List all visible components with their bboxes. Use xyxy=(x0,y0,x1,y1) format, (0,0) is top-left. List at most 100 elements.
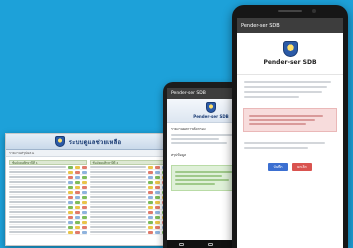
text-line xyxy=(244,96,300,98)
phone-large-banner-text: Pender-ser SDB xyxy=(263,59,317,66)
status-cell xyxy=(155,185,160,189)
status-cell xyxy=(74,200,80,204)
status-cell xyxy=(74,165,80,169)
desktop-banner: ระบบดูแลช่วยเหลือ xyxy=(6,134,170,150)
status-cell xyxy=(155,190,160,194)
row-name-placeholder xyxy=(9,226,66,228)
status-cell xyxy=(155,195,160,199)
status-cell xyxy=(155,205,160,209)
row-name-placeholder xyxy=(9,231,66,233)
status-cell xyxy=(81,225,87,229)
row-name-placeholder xyxy=(9,166,66,168)
text-line xyxy=(244,86,327,88)
danger-button[interactable]: ยกเลิก xyxy=(292,163,312,171)
row-name-placeholder xyxy=(9,221,66,223)
desktop-table-left-rows xyxy=(9,165,87,235)
status-cell xyxy=(74,180,80,184)
status-cell xyxy=(74,185,80,189)
status-cell xyxy=(67,205,73,209)
status-cell xyxy=(148,210,153,214)
school-crest-icon xyxy=(206,102,216,113)
status-cell xyxy=(67,175,73,179)
status-cell xyxy=(155,230,160,234)
row-name-placeholder xyxy=(89,176,146,178)
status-cell xyxy=(148,170,153,174)
desktop-screenshot: ระบบดูแลช่วยเหลือ รายงานสรุปผล ▸ ชั้นมัธ… xyxy=(5,133,171,246)
row-name-placeholder xyxy=(89,181,146,183)
status-cell xyxy=(148,220,153,224)
status-cell xyxy=(67,195,73,199)
status-cell xyxy=(67,170,73,174)
status-cell xyxy=(74,175,80,179)
status-cell xyxy=(81,175,87,179)
text-line xyxy=(249,115,323,117)
table-row[interactable] xyxy=(89,230,167,235)
status-cell xyxy=(155,180,160,184)
home-icon[interactable] xyxy=(208,242,214,246)
status-cell xyxy=(74,225,80,229)
text-line xyxy=(244,147,309,149)
status-cell xyxy=(67,185,73,189)
status-cell xyxy=(74,205,80,209)
text-line xyxy=(249,123,307,125)
status-cell xyxy=(81,205,87,209)
status-cell xyxy=(155,220,160,224)
school-crest-icon xyxy=(54,136,65,147)
back-icon[interactable] xyxy=(179,242,185,246)
row-name-placeholder xyxy=(9,191,66,193)
status-cell xyxy=(67,165,73,169)
status-cell xyxy=(155,215,160,219)
status-cell xyxy=(148,215,153,219)
row-name-placeholder xyxy=(9,196,66,198)
row-name-placeholder xyxy=(89,166,146,168)
desktop-toolbar-text[interactable]: รายงานสรุปผล ▸ xyxy=(9,150,34,156)
phone-small-banner-text: Pender-ser SDB xyxy=(193,114,229,119)
status-cell xyxy=(81,230,87,234)
desktop-table-left: ชั้นมัธยมศึกษาปีที่ 1 xyxy=(9,160,87,235)
text-line xyxy=(244,81,332,83)
status-cell xyxy=(81,165,87,169)
status-cell xyxy=(81,210,87,214)
desktop-table-right: ชั้นมัธยมศึกษาปีที่ 2 xyxy=(89,160,167,235)
status-cell xyxy=(67,190,73,194)
text-line xyxy=(175,179,229,181)
text-line xyxy=(244,142,325,144)
row-name-placeholder xyxy=(89,191,146,193)
status-cell xyxy=(81,195,87,199)
row-name-placeholder xyxy=(9,176,66,178)
text-line xyxy=(244,91,323,93)
phone-large-appbar: Pender-ser SDB xyxy=(237,18,343,33)
status-cell xyxy=(74,210,80,214)
row-name-placeholder xyxy=(89,221,146,223)
row-name-placeholder xyxy=(9,201,66,203)
status-cell xyxy=(81,185,87,189)
status-cell xyxy=(148,180,153,184)
school-crest-icon xyxy=(282,41,298,57)
status-cell xyxy=(148,185,153,189)
camera-icon xyxy=(312,9,316,13)
row-name-placeholder xyxy=(9,206,66,208)
speaker-grille xyxy=(278,10,302,12)
phone-large-intro xyxy=(237,75,343,104)
status-cell xyxy=(67,215,73,219)
status-cell xyxy=(81,215,87,219)
status-cell xyxy=(148,200,153,204)
row-name-placeholder xyxy=(89,171,146,173)
status-cell xyxy=(155,165,160,169)
status-cell xyxy=(74,220,80,224)
row-name-placeholder xyxy=(9,186,66,188)
row-name-placeholder xyxy=(89,216,146,218)
status-cell xyxy=(155,170,160,174)
status-cell xyxy=(67,220,73,224)
row-name-placeholder xyxy=(89,226,146,228)
table-row[interactable] xyxy=(9,230,87,235)
status-cell xyxy=(155,200,160,204)
status-cell xyxy=(74,195,80,199)
status-cell xyxy=(67,200,73,204)
status-cell xyxy=(67,230,73,234)
primary-button[interactable]: บันทึก xyxy=(268,163,288,171)
status-cell xyxy=(81,190,87,194)
status-cell xyxy=(81,170,87,174)
status-cell xyxy=(155,175,160,179)
phone-small-appbar-title: Pender-ser SDB xyxy=(171,91,206,96)
